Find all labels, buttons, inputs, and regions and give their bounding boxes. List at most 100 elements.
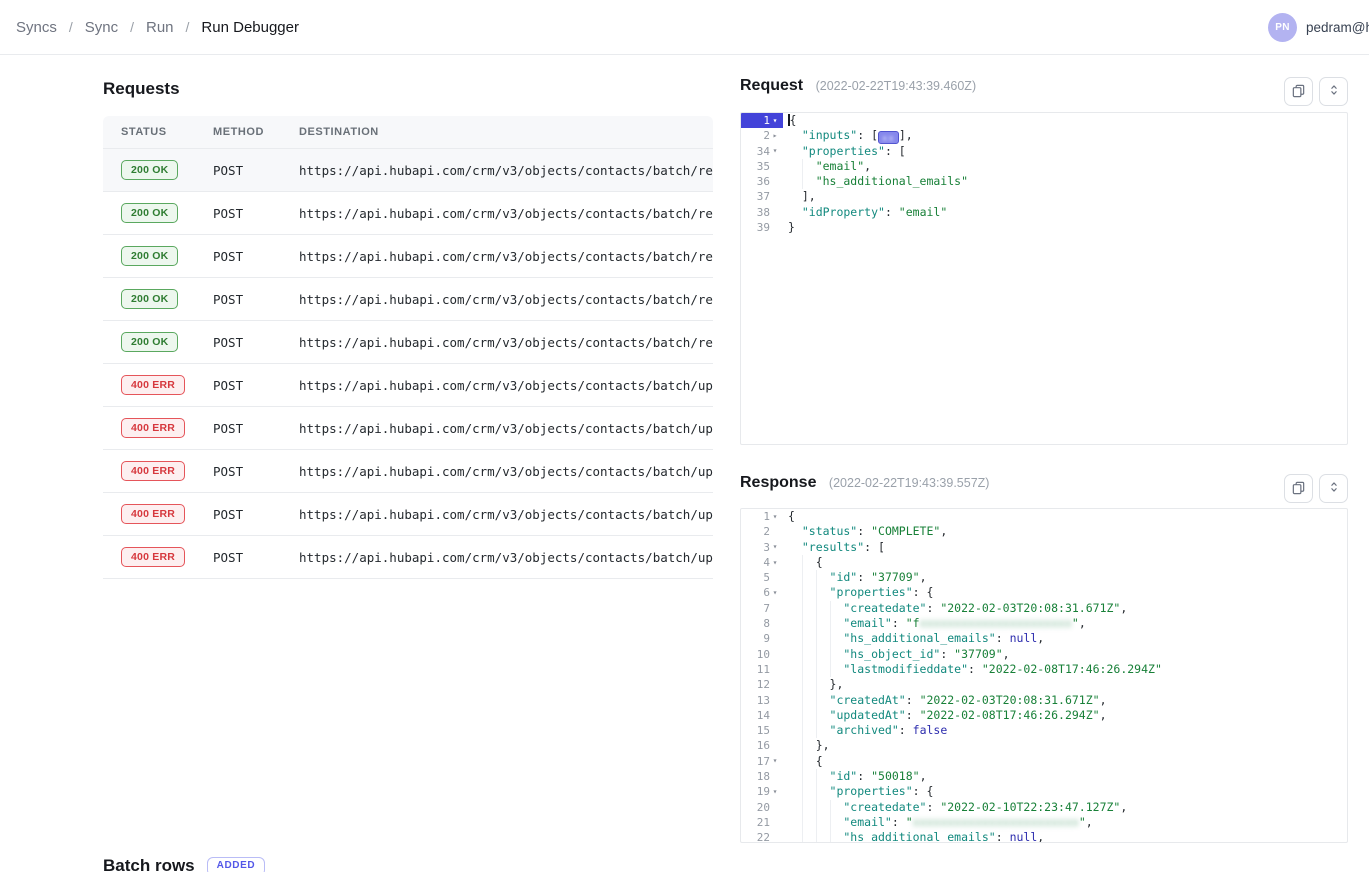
code-text: "properties": [ [783, 144, 906, 159]
line-number: 16 [757, 738, 770, 753]
line-number: 2 [763, 524, 770, 539]
copy-button[interactable] [1284, 77, 1313, 106]
requests-table: STATUS METHOD DESTINATION 200 OKPOSThttp… [103, 116, 713, 579]
line-number-gutter: 21 [741, 815, 783, 830]
code-token: : [857, 769, 871, 783]
code-line: 18"id": "50018", [741, 769, 1347, 784]
copy-button[interactable] [1284, 474, 1313, 503]
indent-guide [802, 784, 816, 799]
line-number: 35 [757, 159, 770, 174]
code-token: "37709" [871, 570, 919, 584]
user-menu[interactable]: PN pedram@hig [1268, 13, 1369, 42]
line-number: 3 [763, 540, 770, 555]
code-token: , [1120, 601, 1127, 615]
folded-code-chip[interactable]: xx [878, 131, 899, 144]
code-token: : [857, 570, 871, 584]
indent-guide [788, 769, 802, 784]
breadcrumb-item-run-debugger: Run Debugger [201, 19, 299, 36]
code-line: 2▸"inputs": [xx], [741, 128, 1347, 143]
code-text: "createdate": "2022-02-10T22:23:47.127Z"… [783, 800, 1127, 815]
code-token: , [920, 769, 927, 783]
request-panel-title: Request [740, 77, 803, 94]
request-row[interactable]: 200 OKPOSThttps://api.hubapi.com/crm/v3/… [103, 321, 713, 364]
code-line: 12}, [741, 677, 1347, 692]
line-number-gutter: 6▾ [741, 585, 783, 600]
breadcrumb-item-run[interactable]: Run [146, 19, 174, 36]
destination-cell: https://api.hubapi.com/crm/v3/objects/co… [299, 378, 713, 393]
folded-code-content: xx [882, 134, 895, 144]
indent-guide [830, 830, 844, 843]
line-number: 8 [763, 616, 770, 631]
indent-guide [830, 815, 844, 830]
method-cell: POST [213, 206, 299, 221]
expand-button[interactable] [1319, 474, 1348, 503]
indent-guide [802, 585, 816, 600]
code-token: null [1010, 631, 1038, 645]
destination-cell: https://api.hubapi.com/crm/v3/objects/co… [299, 550, 713, 565]
request-row[interactable]: 200 OKPOSThttps://api.hubapi.com/crm/v3/… [103, 192, 713, 235]
code-token: "archived" [830, 723, 899, 737]
fold-arrow-icon[interactable]: ▾ [770, 757, 780, 765]
fold-arrow-icon[interactable]: ▾ [770, 589, 780, 597]
destination-cell: https://api.hubapi.com/crm/v3/objects/co… [299, 335, 713, 350]
method-cell: POST [213, 421, 299, 436]
fold-arrow-icon[interactable]: ▾ [770, 147, 780, 155]
request-row[interactable]: 200 OKPOSThttps://api.hubapi.com/crm/v3/… [103, 235, 713, 278]
code-line: 21"email": "xxxxxxxxxxxxxxxxxxxxxxxx", [741, 815, 1347, 830]
fold-arrow-icon[interactable]: ▾ [770, 788, 780, 796]
code-token: } [788, 220, 795, 234]
status-badge: 200 OK [121, 289, 178, 310]
code-text: { [783, 555, 823, 570]
code-token: , [1086, 815, 1093, 829]
line-number: 38 [757, 205, 770, 220]
breadcrumb-item-sync[interactable]: Sync [85, 19, 118, 36]
method-cell: POST [213, 292, 299, 307]
code-line: 19▾"properties": { [741, 784, 1347, 799]
code-token: "email" [899, 205, 947, 219]
request-row[interactable]: 400 ERRPOSThttps://api.hubapi.com/crm/v3… [103, 450, 713, 493]
fold-arrow-icon[interactable]: ▸ [770, 132, 780, 140]
fold-arrow-icon[interactable]: ▾ [770, 559, 780, 567]
code-text: "createdAt": "2022-02-03T20:08:31.671Z", [783, 693, 1107, 708]
method-cell: POST [213, 163, 299, 178]
request-code-editor[interactable]: 1▾{2▸"inputs": [xx],34▾"properties": [35… [740, 112, 1348, 445]
code-token: : [ [864, 540, 885, 554]
indent-guide [788, 662, 802, 677]
code-token: "2022-02-03T20:08:31.671Z" [940, 601, 1120, 615]
request-row[interactable]: 400 ERRPOSThttps://api.hubapi.com/crm/v3… [103, 536, 713, 579]
code-text: "hs_additional_emails": null, [783, 631, 1044, 646]
code-text: "createdate": "2022-02-03T20:08:31.671Z"… [783, 601, 1127, 616]
indent-guide [802, 174, 816, 189]
response-code-editor[interactable]: 1▾{2"status": "COMPLETE",3▾"results": [4… [740, 508, 1348, 843]
code-token: : [899, 723, 913, 737]
fold-arrow-icon[interactable]: ▾ [770, 543, 780, 551]
expand-button[interactable] [1319, 77, 1348, 106]
code-token: "hs_additional_emails" [816, 174, 968, 188]
method-cell: POST [213, 464, 299, 479]
request-row[interactable]: 400 ERRPOSThttps://api.hubapi.com/crm/v3… [103, 493, 713, 536]
code-text: "results": [ [783, 540, 885, 555]
line-number-gutter: 2▸ [741, 128, 783, 143]
indent-guide [816, 784, 830, 799]
request-row[interactable]: 400 ERRPOSThttps://api.hubapi.com/crm/v3… [103, 407, 713, 450]
column-header-method: METHOD [213, 126, 299, 138]
request-row[interactable]: 400 ERRPOSThttps://api.hubapi.com/crm/v3… [103, 364, 713, 407]
breadcrumb-item-syncs[interactable]: Syncs [16, 19, 57, 36]
code-token: : [857, 524, 871, 538]
status-cell: 200 OK [121, 289, 213, 310]
request-row[interactable]: 200 OKPOSThttps://api.hubapi.com/crm/v3/… [103, 149, 713, 192]
request-row[interactable]: 200 OK POSThttps://api.hubapi.com/crm/v3/… [103, 278, 713, 321]
code-token: "createdate" [843, 800, 926, 814]
fold-arrow-icon[interactable]: ▾ [770, 513, 780, 521]
method-cell: POST [213, 249, 299, 264]
code-text: "idProperty": "email" [783, 205, 947, 220]
fold-arrow-icon[interactable]: ▾ [770, 117, 780, 125]
indent-guide [802, 815, 816, 830]
destination-cell: https://api.hubapi.com/crm/v3/objects/co… [299, 292, 713, 307]
line-number-gutter: 13 [741, 693, 783, 708]
avatar[interactable]: PN [1268, 13, 1297, 42]
code-text: "status": "COMPLETE", [783, 524, 947, 539]
code-token: : [892, 616, 906, 630]
code-token: { [790, 113, 797, 127]
copy-icon [1291, 83, 1306, 101]
